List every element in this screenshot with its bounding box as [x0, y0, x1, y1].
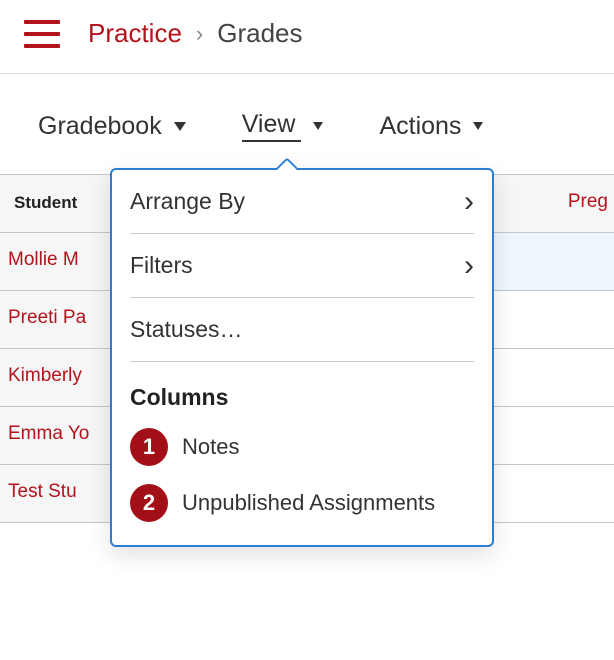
- menu-item-label: Arrange By: [130, 188, 245, 215]
- step-badge: 1: [130, 428, 168, 466]
- menu-item-arrange-by[interactable]: Arrange By ›: [130, 170, 474, 234]
- caret-down-icon: [174, 122, 186, 131]
- chevron-right-icon: ›: [464, 185, 474, 219]
- step-badge: 2: [130, 484, 168, 522]
- menu-item-label: Filters: [130, 252, 193, 279]
- chevron-right-icon: ›: [464, 249, 474, 283]
- caret-down-icon: [313, 122, 323, 130]
- view-dropdown[interactable]: View: [242, 110, 324, 142]
- hamburger-menu[interactable]: [24, 20, 60, 48]
- chevron-right-icon: ›: [196, 21, 203, 47]
- menu-item-label: Notes: [182, 434, 239, 460]
- menu-item-statuses[interactable]: Statuses…: [130, 298, 474, 362]
- menu-item-filters[interactable]: Filters ›: [130, 234, 474, 298]
- student-name-link[interactable]: Preeti Pa: [0, 291, 120, 349]
- gradebook-label: Gradebook: [38, 112, 162, 141]
- caret-down-icon: [473, 122, 483, 130]
- view-label: View: [242, 110, 302, 142]
- assignment-label: Preg: [568, 191, 608, 213]
- column-header-student[interactable]: Student: [0, 175, 120, 233]
- menu-item-label: Unpublished Assignments: [182, 490, 435, 516]
- view-menu-popover: Arrange By › Filters › Statuses… Columns…: [110, 168, 494, 547]
- breadcrumb-course-link[interactable]: Practice: [88, 18, 182, 49]
- menu-item-unpublished[interactable]: 2 Unpublished Assignments: [130, 475, 474, 531]
- menu-heading-columns: Columns: [130, 362, 474, 419]
- menu-item-notes[interactable]: 1 Notes: [130, 419, 474, 475]
- student-name-link[interactable]: Mollie M: [0, 233, 120, 291]
- breadcrumb-page: Grades: [217, 18, 302, 49]
- actions-label: Actions: [379, 112, 461, 141]
- student-name-link[interactable]: Kimberly: [0, 349, 120, 407]
- menu-item-label: Statuses…: [130, 316, 243, 343]
- popover-arrow: [276, 158, 298, 170]
- gradebook-dropdown[interactable]: Gradebook: [38, 112, 186, 141]
- breadcrumb: Practice › Grades: [88, 18, 303, 49]
- student-name-link[interactable]: Emma Yo: [0, 407, 120, 465]
- actions-dropdown[interactable]: Actions: [379, 112, 483, 141]
- student-name-link[interactable]: Test Stu: [0, 465, 120, 523]
